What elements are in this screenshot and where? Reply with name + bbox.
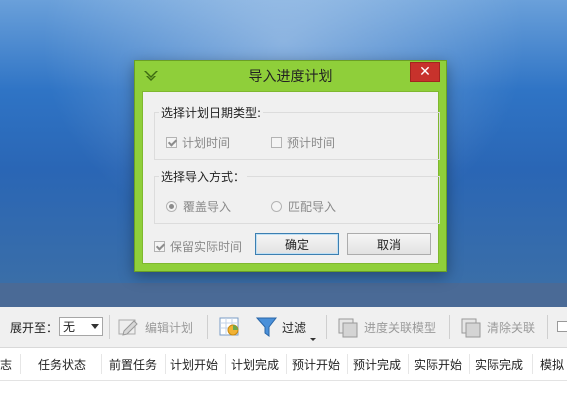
- column-separator: [101, 354, 102, 374]
- clear-link-label: 清除关联: [487, 320, 536, 335]
- app-tab-strip: [0, 283, 567, 307]
- filter-button[interactable]: 过滤: [256, 307, 317, 347]
- estimated-time-label: 预计时间: [287, 136, 336, 150]
- edit-plan-button[interactable]: 编辑计划: [118, 307, 193, 347]
- column-header[interactable]: 模拟: [540, 348, 567, 380]
- plan-time-label: 计划时间: [182, 136, 231, 150]
- link-model-icon: [338, 318, 358, 338]
- import-mode-group: 选择导入方式： 覆盖导入 匹配导入: [154, 168, 440, 224]
- column-header[interactable]: 志: [0, 348, 16, 380]
- column-header[interactable]: 任务状态: [26, 348, 98, 380]
- cancel-button[interactable]: 取消: [347, 233, 431, 255]
- checkbox-unchecked-icon: [271, 137, 282, 148]
- dropdown-arrow-icon: [310, 338, 317, 341]
- filter-label: 过滤: [282, 320, 307, 335]
- column-header[interactable]: 计划开始: [164, 348, 224, 380]
- chart-view-button[interactable]: [219, 307, 241, 347]
- toolbar-separator: [449, 315, 450, 339]
- plan-time-checkbox[interactable]: 计划时间: [166, 134, 230, 151]
- expand-level-value: 无: [63, 320, 76, 334]
- edit-plan-label: 编辑计划: [145, 320, 194, 335]
- import-mode-group-title: 选择导入方式：: [159, 168, 248, 185]
- task-grid-header: 志 任务状态 前置任务 计划开始 计划完成 预计开始 预计完成 实际开始 实际完…: [0, 348, 567, 381]
- dialog-body: 选择计划日期类型: 计划时间 预计时间 选择导入方式： 覆盖导入 匹配导入 保留…: [142, 91, 440, 264]
- column-header[interactable]: 计划完成: [225, 348, 285, 380]
- radio-selected-icon: [166, 201, 177, 212]
- date-type-group-title: 选择计划日期类型:: [159, 104, 264, 121]
- close-button[interactable]: ✕: [410, 62, 440, 82]
- toolbar: 展开至： 无 编辑计划 过滤 进度关联模型 清除关联: [0, 307, 567, 348]
- clear-link-icon: [461, 318, 481, 338]
- toolbar-separator: [207, 315, 208, 339]
- filter-icon: [256, 317, 278, 337]
- estimated-time-checkbox[interactable]: 预计时间: [271, 134, 335, 151]
- checkbox-checked-icon: [166, 137, 177, 148]
- overwrite-import-radio[interactable]: 覆盖导入: [166, 198, 231, 215]
- close-icon: ✕: [419, 64, 431, 80]
- toolbar-separator: [109, 315, 110, 339]
- toolbar-separator: [547, 315, 548, 339]
- dialog-title: 导入进度计划: [248, 69, 333, 85]
- overwrite-import-label: 覆盖导入: [183, 200, 232, 214]
- column-separator: [532, 354, 533, 374]
- toolbar-checkbox[interactable]: [557, 321, 567, 332]
- import-schedule-dialog: 导入进度计划 ✕ 选择计划日期类型: 计划时间 预计时间 选择导入方式： 覆盖导…: [134, 60, 447, 272]
- column-header[interactable]: 实际完成: [469, 348, 529, 380]
- chart-icon: [219, 317, 239, 336]
- edit-icon: [118, 319, 138, 336]
- ok-button[interactable]: 确定: [255, 233, 339, 255]
- radio-unselected-icon: [271, 201, 282, 212]
- toolbar-separator: [326, 315, 327, 339]
- column-header[interactable]: 预计开始: [286, 348, 346, 380]
- expand-to-label-wrap: 展开至：: [10, 307, 58, 347]
- date-type-group: 选择计划日期类型: 计划时间 预计时间: [154, 104, 440, 160]
- checkbox-checked-icon: [154, 241, 165, 252]
- chevron-down-icon: [91, 324, 99, 329]
- keep-actual-time-checkbox[interactable]: 保留实际时间: [154, 238, 242, 255]
- column-separator: [20, 354, 21, 374]
- clear-link-button[interactable]: 清除关联: [459, 307, 535, 347]
- keep-actual-time-label: 保留实际时间: [170, 240, 243, 254]
- column-header[interactable]: 预计完成: [347, 348, 407, 380]
- progress-link-model-button[interactable]: 进度关联模型: [336, 307, 436, 347]
- expand-level-select[interactable]: 无: [59, 317, 103, 336]
- expand-to-label: 展开至：: [10, 320, 59, 335]
- match-import-radio[interactable]: 匹配导入: [271, 198, 336, 215]
- column-header[interactable]: 实际开始: [408, 348, 468, 380]
- progress-link-model-label: 进度关联模型: [364, 320, 437, 335]
- column-header[interactable]: 前置任务: [103, 348, 163, 380]
- match-import-label: 匹配导入: [288, 200, 337, 214]
